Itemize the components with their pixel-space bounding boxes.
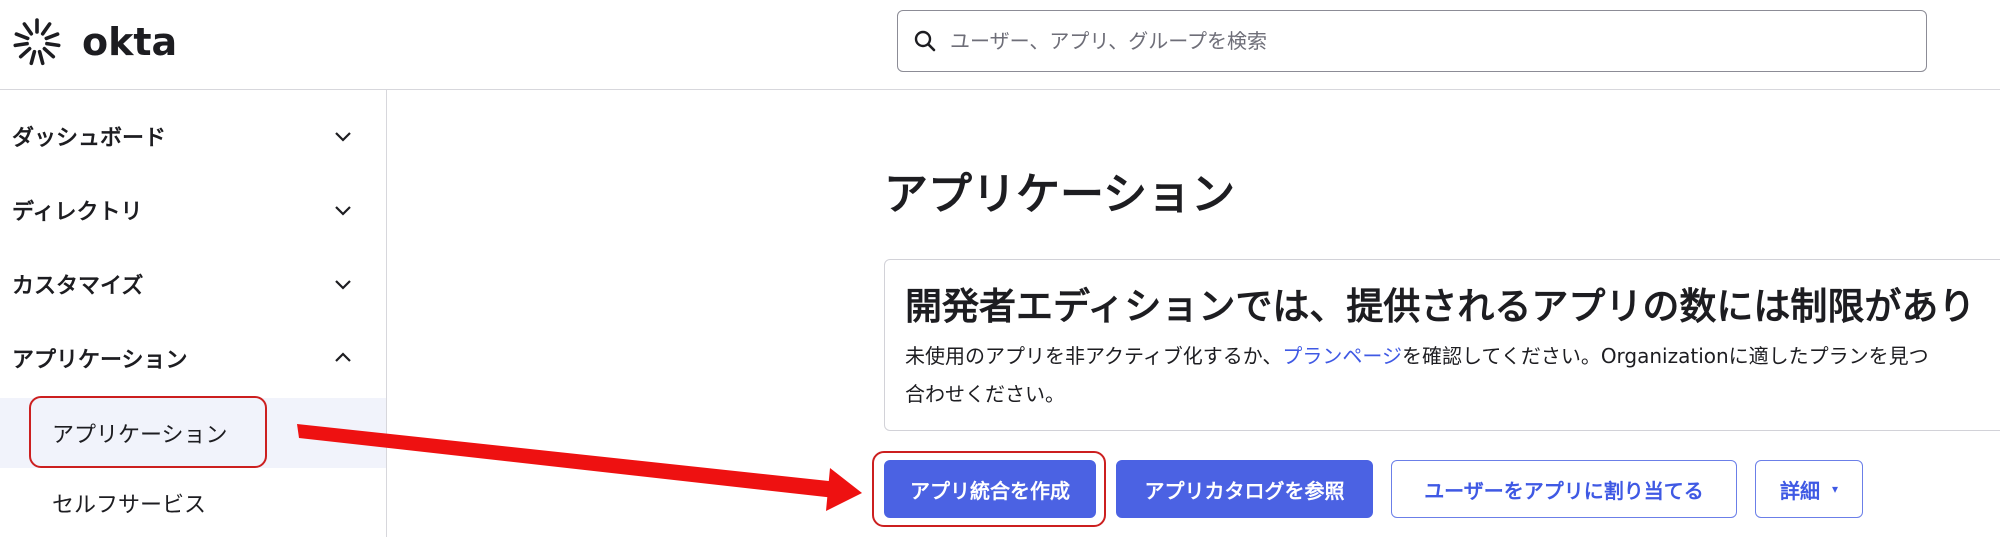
chevron-down-icon: [334, 130, 352, 142]
annotation-highlight-box: [872, 451, 1106, 527]
okta-logo[interactable]: okta: [12, 16, 177, 68]
assign-users-to-app-button[interactable]: ユーザーをアプリに割り当てる: [1391, 460, 1737, 518]
chevron-down-icon: [334, 204, 352, 216]
sidebar-item-dashboard[interactable]: ダッシュボード: [0, 99, 386, 173]
sidebar-item-label: アプリケーション: [12, 348, 188, 373]
search-icon: [914, 30, 936, 52]
annotation-highlight-box: [29, 396, 267, 468]
sidebar-item-customize[interactable]: カスタマイズ: [0, 247, 386, 321]
chevron-down-icon: [334, 278, 352, 290]
button-label: ユーザーをアプリに割り当てる: [1424, 478, 1704, 503]
okta-admin-page: okta ダッシュボード ディレクトリ カスタマ: [0, 0, 2000, 537]
banner-text: を確認してください。Organizationに適したプランを見つ: [1402, 344, 1929, 368]
sidebar-item-applications[interactable]: アプリケーション: [0, 321, 386, 395]
plan-page-link[interactable]: プランページ: [1282, 344, 1402, 368]
top-header: okta: [0, 0, 2000, 90]
sidebar-item-label: ディレクトリ: [12, 200, 143, 225]
banner-text: 未使用のアプリを非アクティブ化するか、: [905, 344, 1283, 368]
sidebar-subitem-self-service[interactable]: セルフサービス: [0, 468, 386, 537]
sidebar-item-label: カスタマイズ: [12, 274, 144, 299]
banner-text: 合わせください。: [905, 382, 1065, 406]
okta-sunburst-icon: [13, 18, 61, 66]
logo-wordmark: okta: [82, 20, 178, 64]
sidebar-nav: ダッシュボード ディレクトリ カスタマイズ アプリケーション アプリケーション: [0, 90, 387, 537]
button-label: 詳細: [1779, 478, 1820, 503]
developer-edition-banner: 開発者エディションでは、提供されるアプリの数には制限があり 未使用のアプリを非ア…: [884, 259, 2000, 431]
page-title: アプリケーション: [884, 169, 1236, 220]
more-dropdown-button[interactable]: 詳細 ▾: [1755, 460, 1863, 518]
button-label: アプリカタログを参照: [1144, 478, 1345, 503]
banner-body: 未使用のアプリを非アクティブ化するか、プランページを確認してください。Organ…: [905, 337, 2000, 413]
browse-app-catalog-button[interactable]: アプリカタログを参照: [1116, 460, 1373, 518]
sidebar-subitem-label: セルフサービス: [52, 493, 207, 518]
caret-down-icon: ▾: [1831, 482, 1839, 496]
sidebar-item-directory[interactable]: ディレクトリ: [0, 173, 386, 247]
sidebar-item-label: ダッシュボード: [12, 126, 167, 151]
chevron-up-icon: [334, 352, 352, 364]
global-search[interactable]: [897, 10, 1927, 72]
annotation-arrow-head: [826, 468, 862, 511]
search-input[interactable]: [948, 28, 1926, 54]
banner-heading: 開発者エディションでは、提供されるアプリの数には制限があり: [905, 285, 1976, 328]
